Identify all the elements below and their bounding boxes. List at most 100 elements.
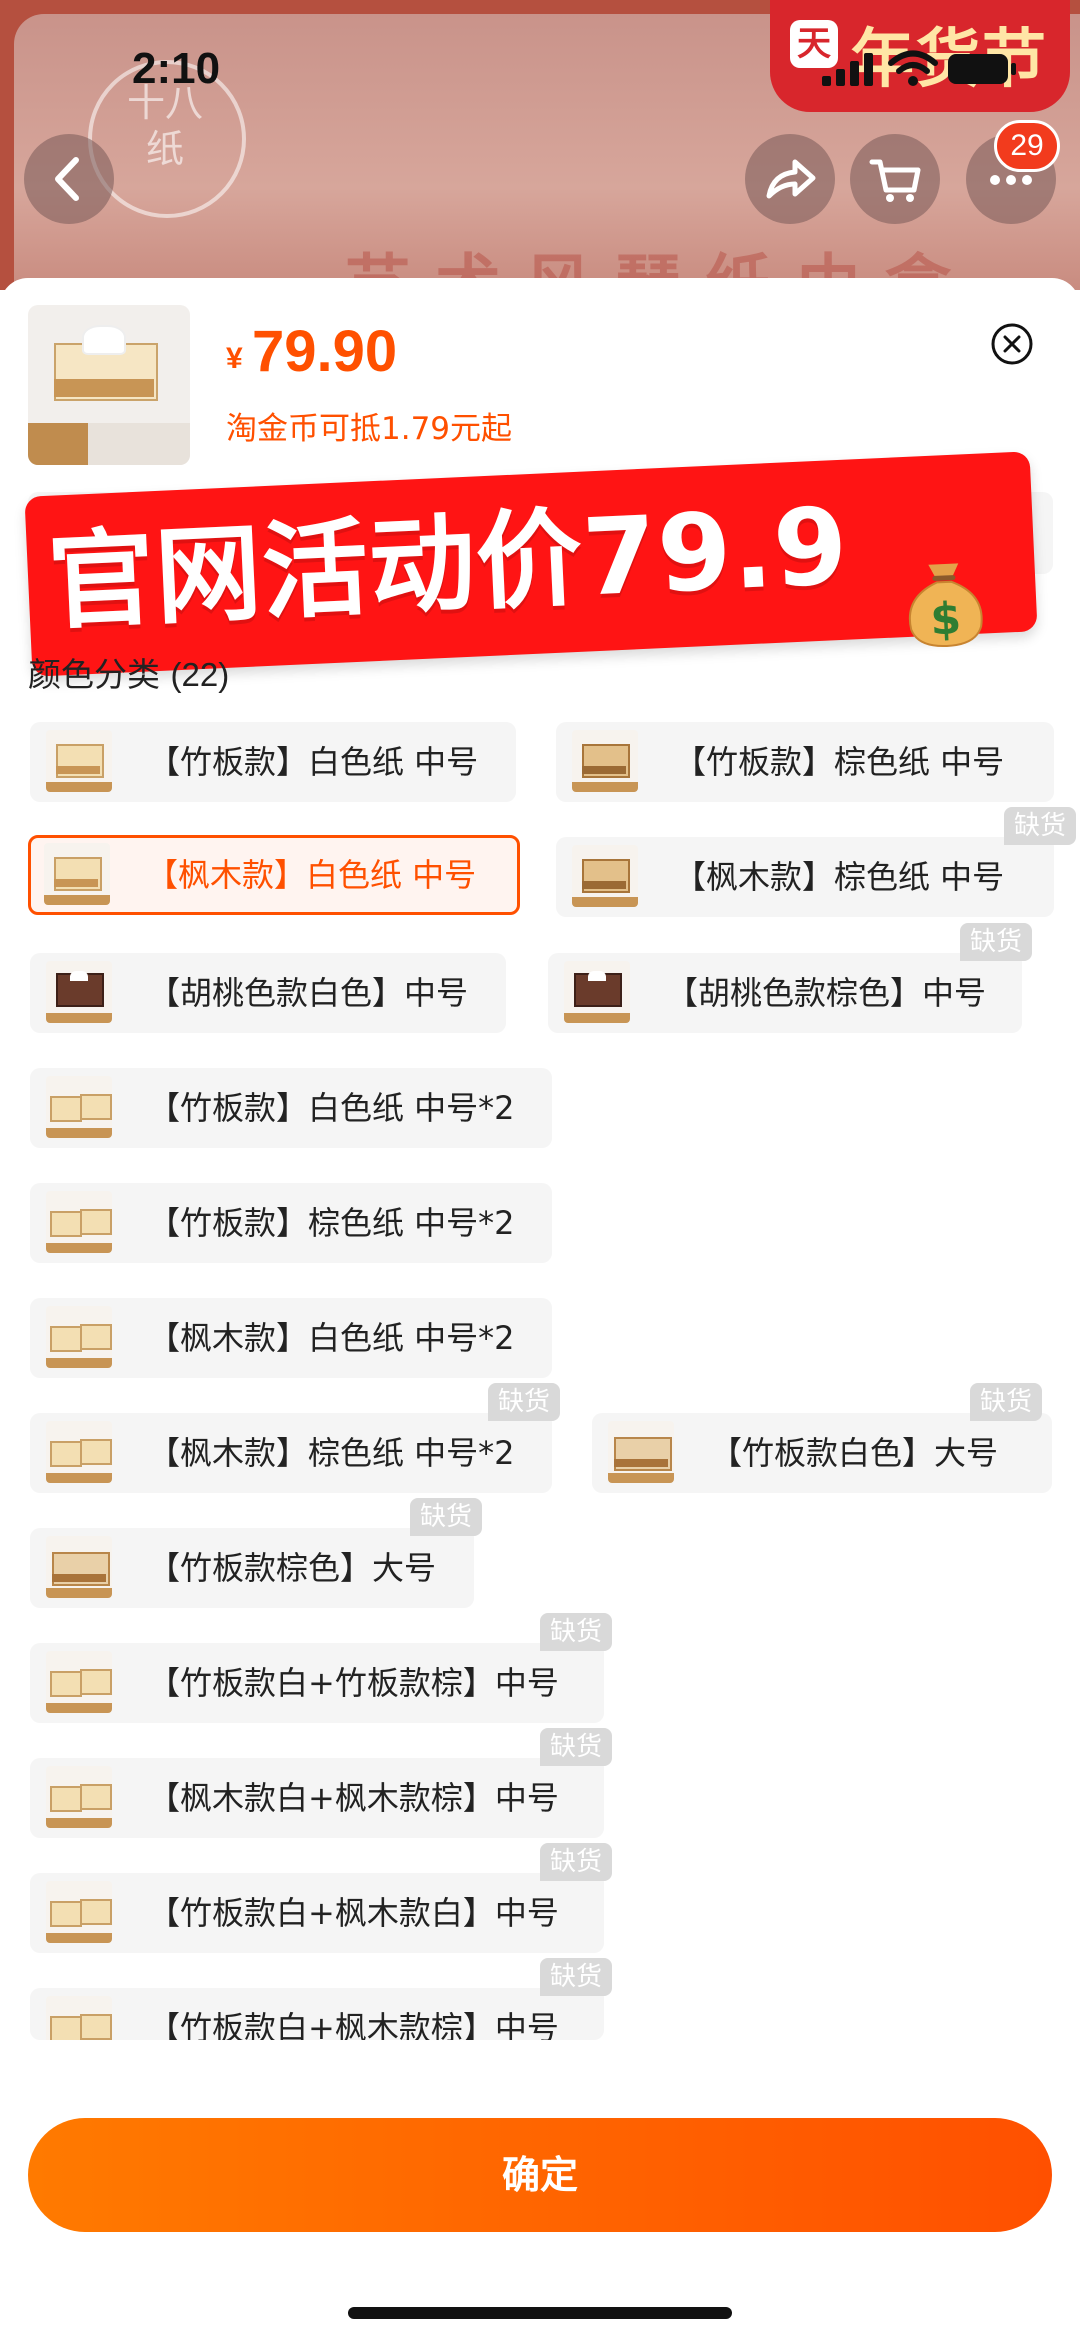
share-button[interactable] [745, 134, 835, 224]
sku-option[interactable]: 【竹板款棕色】大号 [30, 1528, 474, 1608]
sku-thumbnail-shape [52, 1574, 106, 1582]
sku-option[interactable]: 【竹板款】棕色纸 中号*2 [30, 1183, 552, 1263]
sku-thumbnail-shape [50, 1211, 82, 1237]
sku-thumbnail-shape [572, 897, 638, 907]
list-fade-mask [0, 2040, 1080, 2100]
sku-option[interactable]: 【胡桃色款棕色】中号 [548, 953, 1022, 1033]
sku-thumbnail-shape [80, 1094, 112, 1120]
sku-thumbnail-shape [46, 1933, 112, 1943]
sku-option[interactable]: 【枫木款】棕色纸 中号 [556, 837, 1054, 917]
sku-thumbnail-shape [46, 1128, 112, 1138]
sku-thumbnail-shape [80, 1669, 112, 1695]
out-of-stock-badge: 缺货 [1004, 807, 1077, 845]
sku-option-label: 【胡桃色款白色】中号 [148, 974, 469, 1012]
color-category-count: (22) [170, 656, 230, 693]
sku-thumbnail-shape [46, 1818, 112, 1828]
out-of-stock-badge: 缺货 [540, 1843, 613, 1881]
out-of-stock-badge: 缺货 [540, 1958, 613, 1996]
thumbnail-tissue [84, 327, 124, 353]
sku-option-label: 【枫木款】棕色纸 中号*2 [148, 1434, 515, 1472]
sku-thumbnail-shape [80, 1209, 112, 1235]
svg-text:$: $ [929, 593, 962, 645]
sku-option[interactable]: 【竹板款】棕色纸 中号 [556, 722, 1054, 802]
sku-option-label: 【枫木款】白色纸 中号*2 [148, 1319, 515, 1357]
sku-option-thumbnail [46, 961, 112, 1023]
cart-icon [869, 159, 921, 202]
sku-option-label: 【胡桃色款棕色】中号 [666, 974, 987, 1012]
sku-thumbnail-shape [582, 766, 626, 774]
sku-option-thumbnail [46, 1651, 112, 1713]
sku-option[interactable]: 【竹板款】白色纸 中号 [30, 722, 516, 802]
signal-icon [822, 50, 878, 86]
sku-option-thumbnail [572, 845, 638, 907]
sku-option[interactable]: 【竹板款】白色纸 中号*2 [30, 1068, 552, 1148]
sku-option-thumbnail [46, 1766, 112, 1828]
chevron-left-icon [55, 157, 79, 201]
home-indicator [348, 2307, 732, 2319]
sku-option[interactable]: 【枫木款】白色纸 中号 [28, 835, 520, 915]
cart-button[interactable] [850, 134, 940, 224]
battery-icon [948, 54, 1008, 84]
sku-option-label: 【竹板款】白色纸 中号 [148, 743, 479, 781]
sku-thumbnail-shape [56, 766, 100, 774]
sku-thumbnail-shape [80, 1439, 112, 1465]
sku-option-label: 【枫木款】白色纸 中号 [146, 856, 477, 894]
sku-option-thumbnail [44, 843, 110, 905]
sku-option[interactable]: 【竹板款白+枫木款棕】中号 [30, 1988, 604, 2040]
sku-thumbnail-shape [46, 782, 112, 792]
sku-thumbnail-shape [582, 881, 626, 889]
out-of-stock-badge: 缺货 [410, 1498, 483, 1536]
sku-option-label: 【枫木款】棕色纸 中号 [674, 858, 1005, 896]
thumbnail-band-accent [28, 423, 88, 465]
sku-option-thumbnail [46, 1306, 112, 1368]
status-time: 2:10 [132, 44, 221, 93]
share-icon [766, 159, 816, 199]
price-currency: ¥ [226, 342, 243, 375]
sku-thumbnail-shape [608, 1473, 674, 1483]
sku-thumbnail-shape [46, 1588, 112, 1598]
sku-thumbnail-shape [80, 1784, 112, 1810]
out-of-stock-badge: 缺货 [488, 1383, 561, 1421]
sku-option-label: 【枫木款白+枫木款棕】中号 [148, 1779, 559, 1817]
confirm-button[interactable]: 确定 [28, 2118, 1052, 2232]
sku-option-thumbnail [46, 730, 112, 792]
sku-thumbnail-shape [572, 782, 638, 792]
close-icon[interactable] [990, 322, 1034, 366]
sku-option-label: 【竹板款白色】大号 [710, 1434, 999, 1472]
sku-option-thumbnail [46, 1191, 112, 1253]
out-of-stock-badge: 缺货 [960, 923, 1033, 961]
sku-option[interactable]: 【枫木款白+枫木款棕】中号 [30, 1758, 604, 1838]
sku-thumbnail-shape [46, 1358, 112, 1368]
sku-option[interactable]: 【竹板款白+枫木款白】中号 [30, 1873, 604, 1953]
sku-option[interactable]: 【竹板款白+竹板款棕】中号 [30, 1643, 604, 1723]
sku-option[interactable]: 【竹板款白色】大号 [592, 1413, 1052, 1493]
sku-thumbnail-shape [50, 1786, 82, 1812]
sku-option[interactable]: 【枫木款】棕色纸 中号*2 [30, 1413, 552, 1493]
sku-thumbnail-shape [614, 1459, 668, 1467]
thumbnail-box-base [54, 379, 154, 397]
sku-thumbnail-shape [44, 895, 110, 905]
sku-option-thumbnail [46, 1881, 112, 1943]
back-button[interactable] [24, 134, 114, 224]
sku-thumbnail-shape [50, 1441, 82, 1467]
sku-thumbnail-shape [46, 1473, 112, 1483]
sku-option-label: 【竹板款白+枫木款棕】中号 [148, 2009, 559, 2040]
cart-count-badge: 29 [994, 120, 1060, 172]
sku-option-thumbnail [46, 1996, 112, 2040]
sku-option-label: 【竹板款】棕色纸 中号 [674, 743, 1005, 781]
sku-option-label: 【竹板款】棕色纸 中号*2 [148, 1204, 515, 1242]
color-category-label: 颜色分类 [28, 655, 160, 694]
coin-discount-note: 淘金币可抵1.79元起 [226, 411, 513, 447]
sku-thumbnail-shape [50, 1326, 82, 1352]
sku-option[interactable]: 【胡桃色款白色】中号 [30, 953, 506, 1033]
sku-option-thumbnail [46, 1536, 112, 1598]
sku-option-thumbnail [46, 1421, 112, 1483]
sku-thumbnail-shape [50, 1901, 82, 1927]
status-icons [822, 50, 1042, 90]
sku-option[interactable]: 【枫木款】白色纸 中号*2 [30, 1298, 552, 1378]
sku-option-thumbnail [572, 730, 638, 792]
product-thumbnail[interactable] [28, 305, 190, 465]
sku-option-thumbnail [608, 1421, 674, 1483]
sku-thumbnail-shape [80, 1899, 112, 1925]
sku-thumbnail-shape [54, 879, 98, 887]
